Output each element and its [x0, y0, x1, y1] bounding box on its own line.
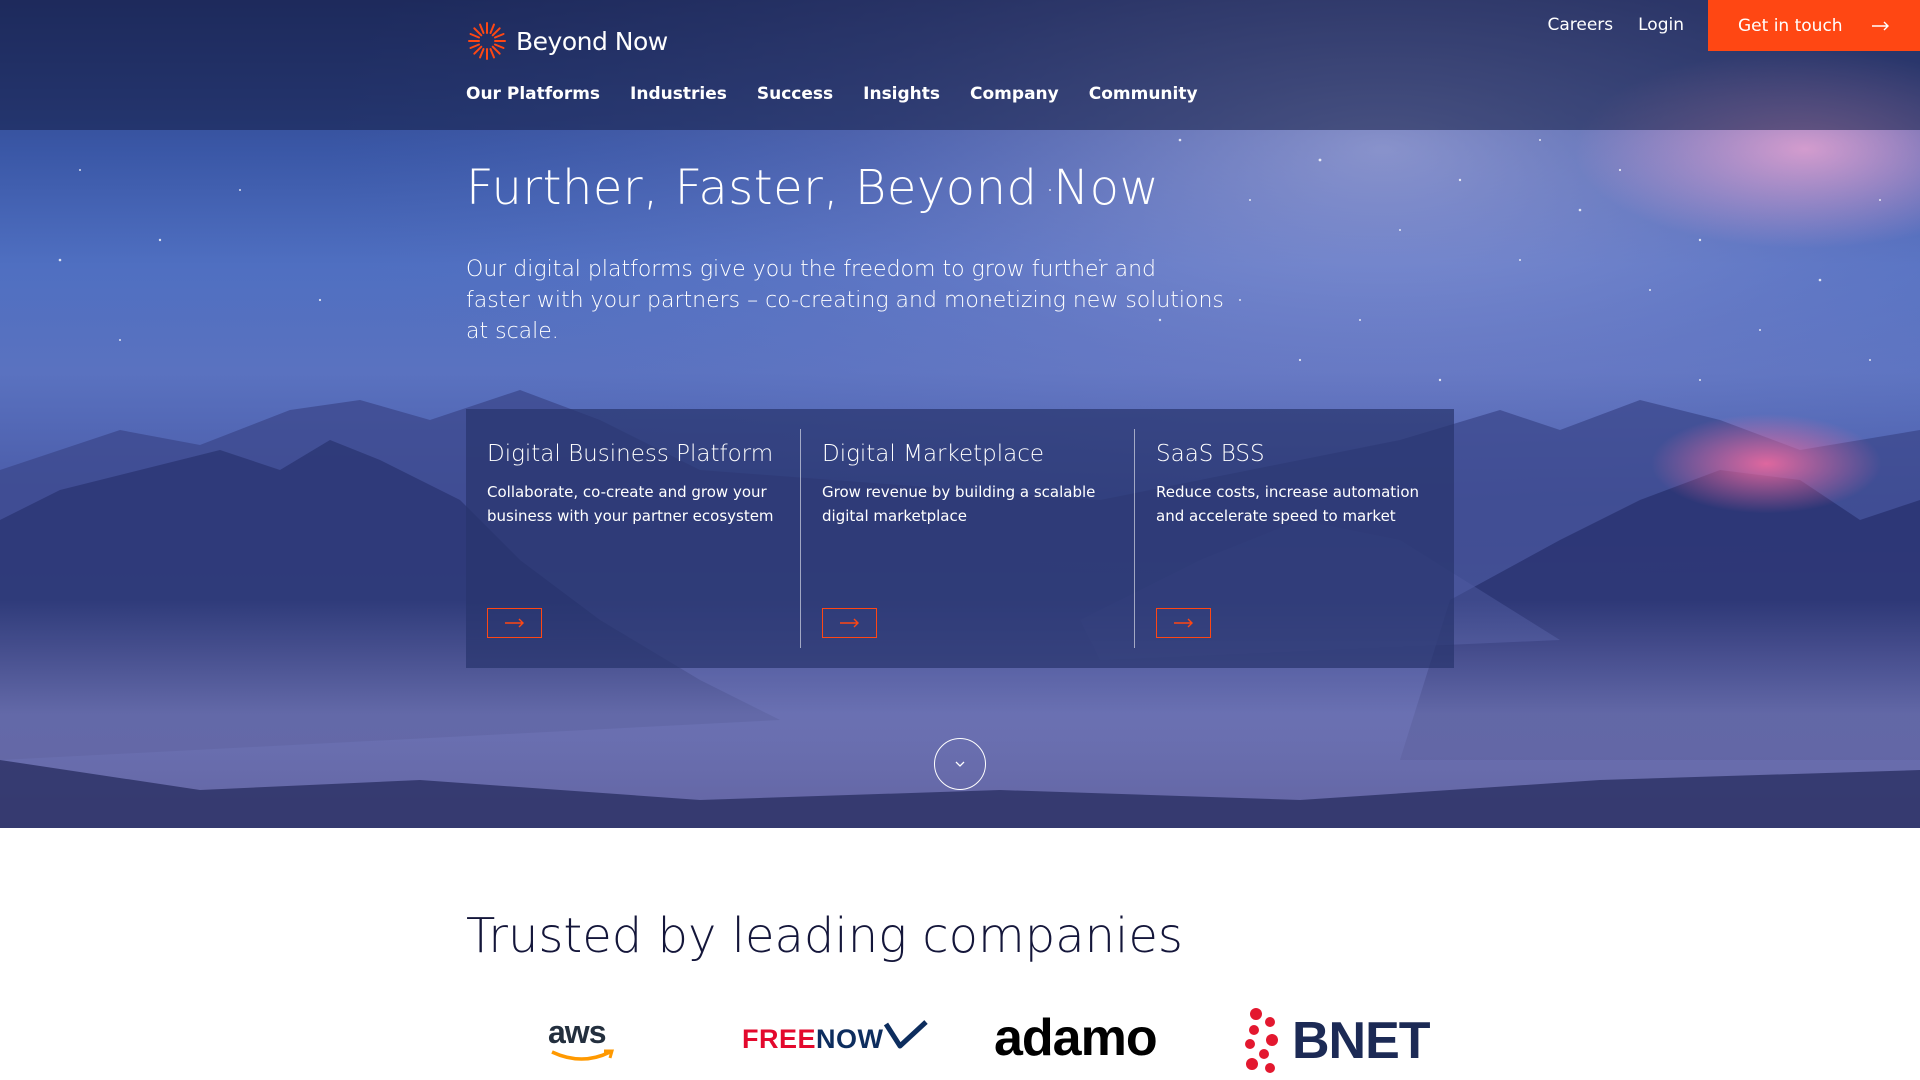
aws-logo-text: aws	[548, 1014, 606, 1050]
hero-section: Beyond Now Our Platforms Industries Succ…	[0, 0, 1920, 828]
utility-nav: Careers Login	[1547, 15, 1684, 35]
trusted-title: Trusted by leading companies	[466, 908, 1183, 964]
freenow-logo-free: FREE	[742, 1024, 817, 1054]
card-saas-bss[interactable]: SaaS BSS Reduce costs, increase automati…	[1134, 429, 1454, 648]
adamo-logo-text: adamo	[994, 1009, 1158, 1067]
nav-company[interactable]: Company	[970, 84, 1059, 104]
card-arrow-button[interactable]	[822, 608, 877, 638]
client-logos: aws FREENOW adamo BNET	[540, 1000, 1440, 1080]
scroll-down-button[interactable]	[934, 738, 986, 790]
card-arrow-button[interactable]	[487, 608, 542, 638]
chevron-down-icon	[955, 761, 965, 767]
nav-insights[interactable]: Insights	[863, 84, 940, 104]
card-description: Grow revenue by building a scalable digi…	[822, 483, 1096, 525]
bnet-logo: BNET	[1242, 1008, 1431, 1074]
card-description: Reduce costs, increase automation and ac…	[1156, 483, 1420, 525]
arrow-right-icon	[1173, 618, 1193, 628]
get-in-touch-label: Get in touch	[1738, 15, 1843, 36]
arrow-right-icon	[1872, 21, 1889, 30]
freenow-check-icon	[883, 1020, 928, 1049]
nav-our-platforms[interactable]: Our Platforms	[466, 84, 600, 104]
login-link[interactable]: Login	[1638, 15, 1684, 35]
freenow-logo: FREENOW	[742, 1020, 928, 1055]
sunburst-logo-icon	[468, 22, 506, 60]
freenow-logo-now: NOW	[816, 1024, 884, 1054]
card-digital-business-platform[interactable]: Digital Business Platform Collaborate, c…	[466, 429, 800, 648]
arrow-right-icon	[839, 618, 859, 628]
hero-title: Further, Faster, Beyond Now	[466, 160, 1160, 216]
nav-success[interactable]: Success	[757, 84, 833, 104]
brand-logo[interactable]: Beyond Now	[466, 20, 668, 62]
careers-link[interactable]: Careers	[1547, 15, 1613, 35]
nav-community[interactable]: Community	[1089, 84, 1198, 104]
nav-industries[interactable]: Industries	[630, 84, 727, 104]
aws-logo: aws	[548, 1014, 614, 1061]
hero-subtitle: Our digital platforms give you the freed…	[466, 257, 1224, 344]
arrow-right-icon	[504, 618, 524, 628]
adamo-logo: adamo	[994, 1008, 1158, 1068]
card-title: SaaS BSS	[1156, 441, 1265, 467]
card-arrow-button[interactable]	[1156, 608, 1211, 638]
brand-name: Beyond Now	[516, 26, 668, 56]
platform-cards: Digital Business Platform Collaborate, c…	[466, 409, 1454, 668]
card-title: Digital Business Platform	[487, 441, 774, 467]
card-title: Digital Marketplace	[822, 441, 1045, 467]
aws-smile-icon	[551, 1049, 614, 1061]
get-in-touch-button[interactable]: Get in touch	[1708, 0, 1920, 51]
main-nav: Our Platforms Industries Success Insight…	[466, 84, 1198, 104]
card-description: Collaborate, co-create and grow your bus…	[487, 483, 774, 525]
card-digital-marketplace[interactable]: Digital Marketplace Grow revenue by buil…	[800, 429, 1134, 648]
bnet-logo-text: BNET	[1292, 1012, 1431, 1070]
bnet-dots-icon	[1245, 1008, 1278, 1073]
